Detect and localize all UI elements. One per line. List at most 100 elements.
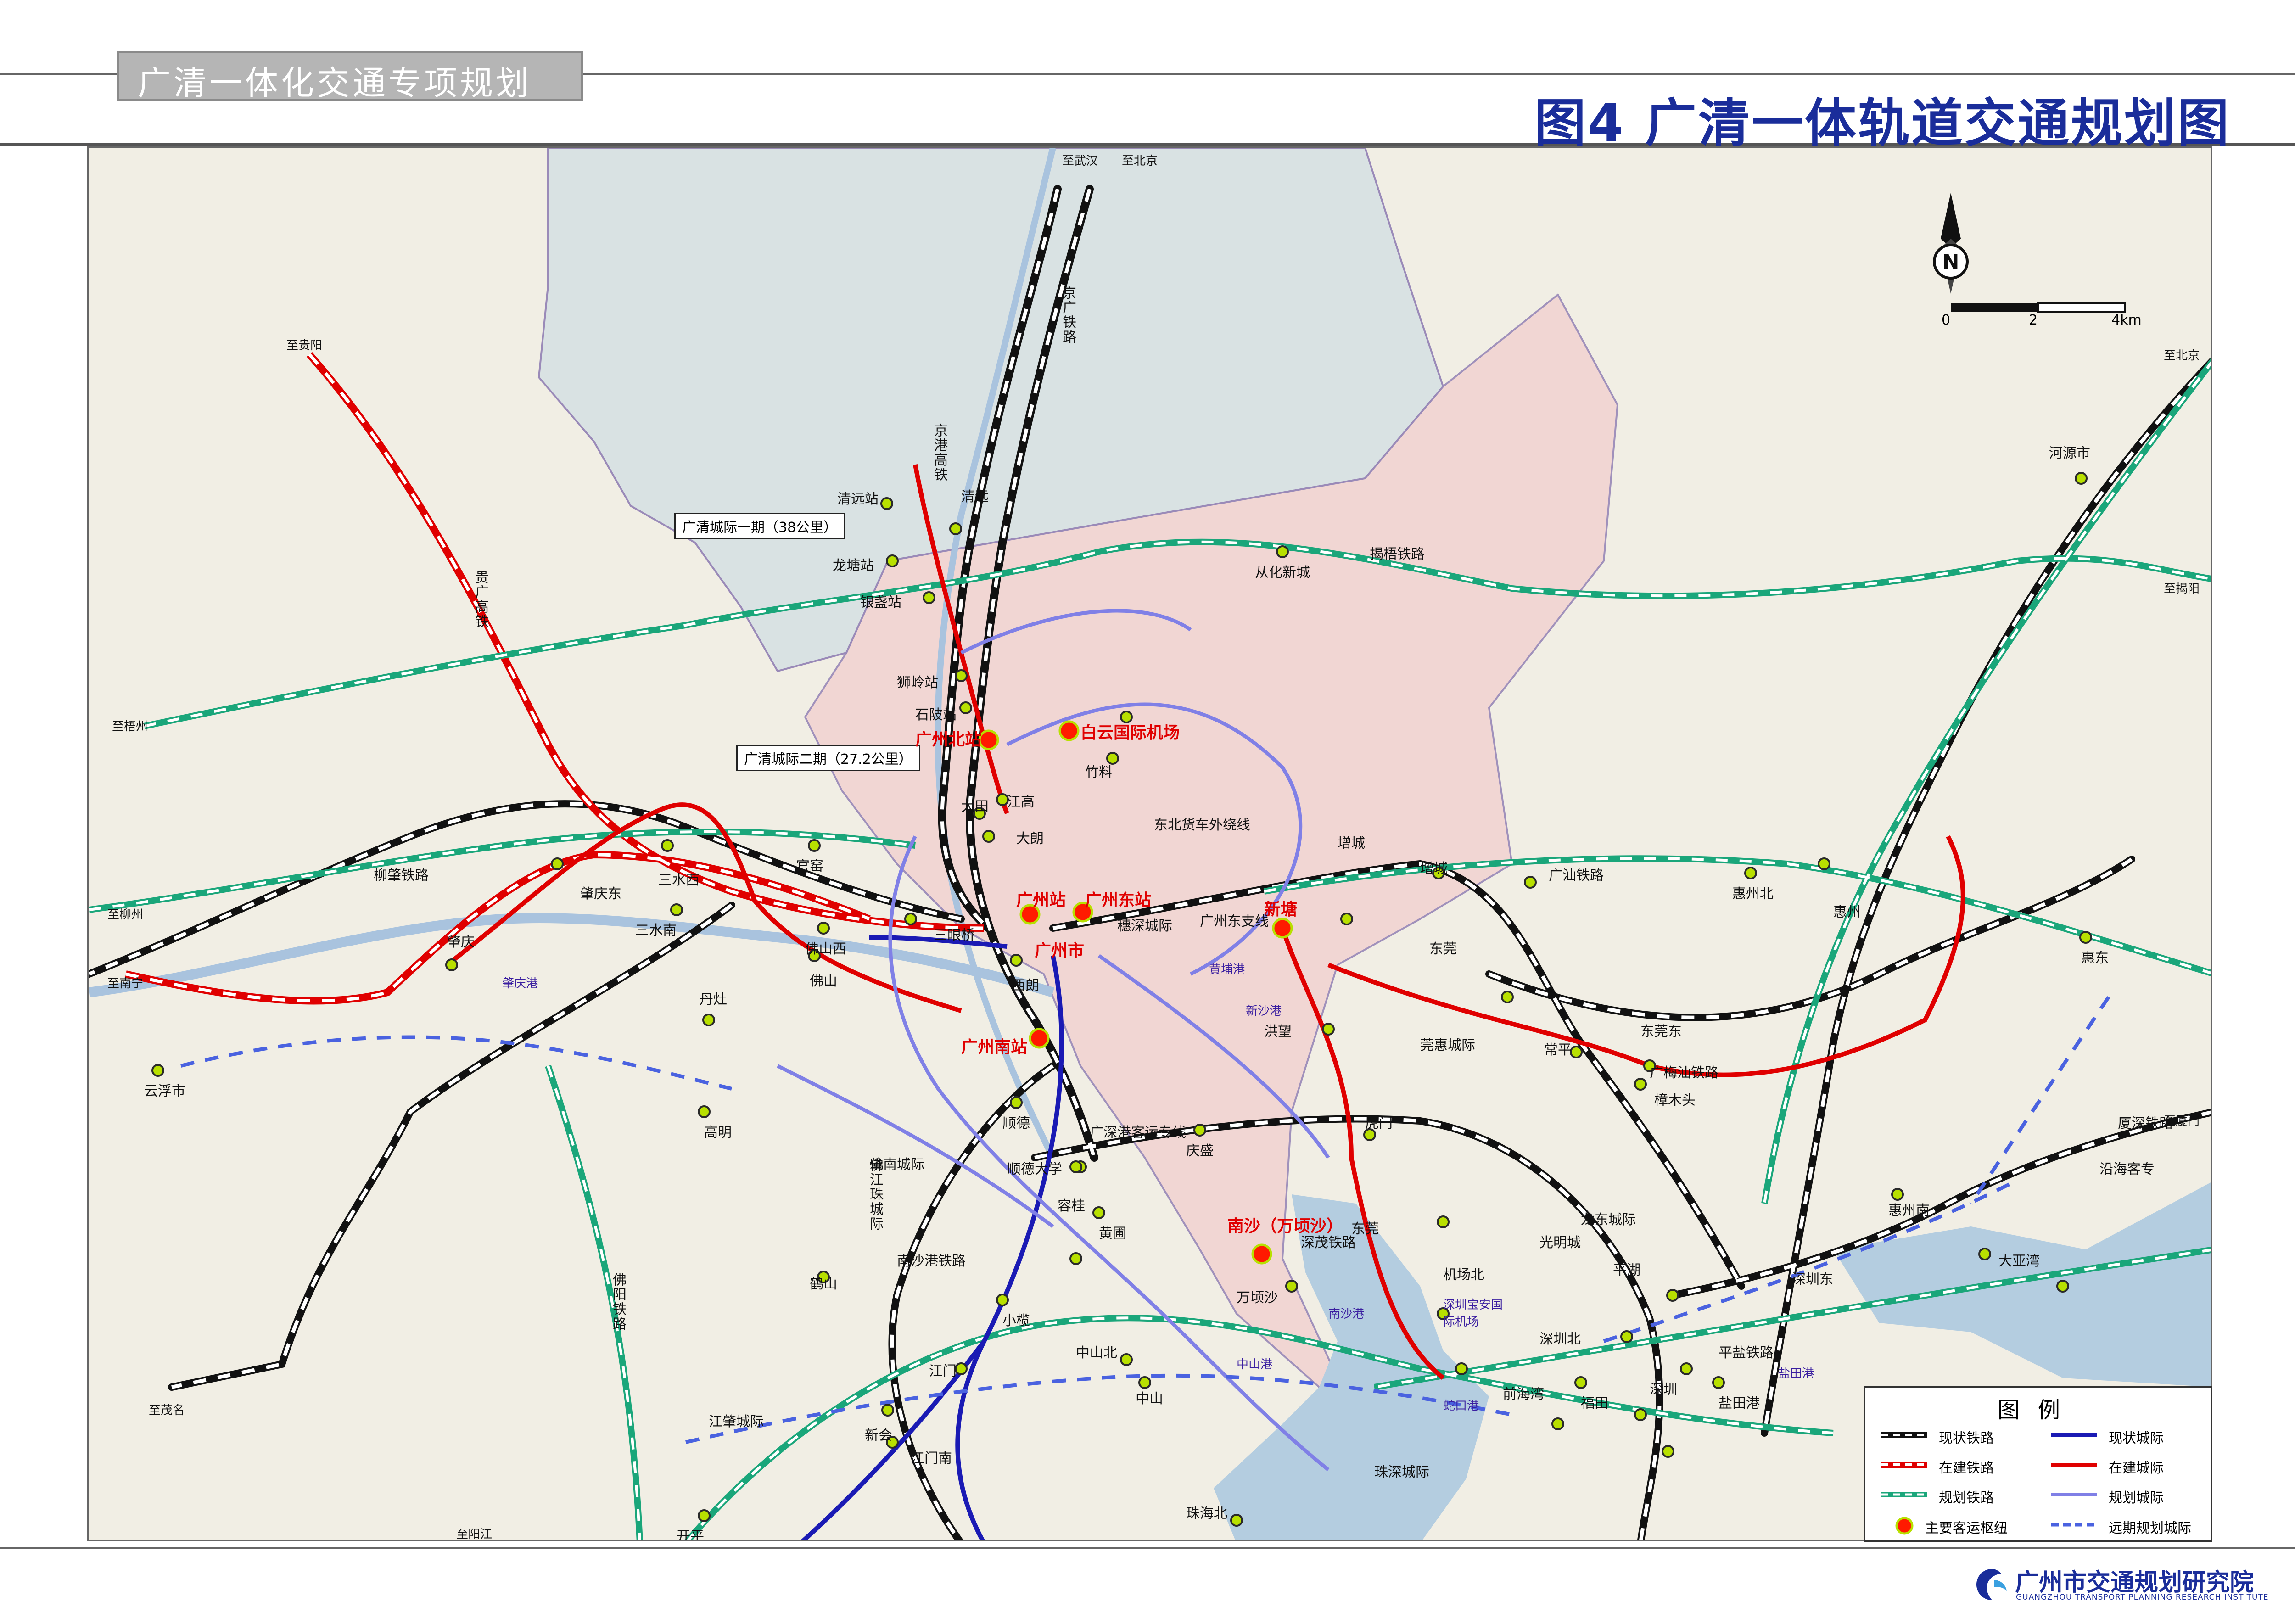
label-futian: 福田 [1581, 1395, 1608, 1411]
label-gz-south: 广州南站 [961, 1038, 1028, 1057]
label-foshan: 佛山 [810, 973, 837, 989]
footer-rule [0, 1547, 2295, 1549]
label-humen: 虎门 [1365, 1115, 1393, 1131]
dir-guiyang: 至贵阳 [286, 339, 323, 353]
label-sanyanqiao: 三眼桥 [934, 927, 975, 943]
legend-label-construction-rail: 在建铁路 [1939, 1460, 1994, 1476]
hub-gz-north [978, 729, 999, 750]
label-xiaolan: 小榄 [1002, 1313, 1030, 1329]
label-line-coastal: 沿海客专 [2099, 1161, 2155, 1177]
hub-airport [1058, 720, 1080, 741]
map-frame: 广清城际一期（38公里） 广清城际二期（27.2公里） 至武汉 至北京 至贵阳 … [87, 146, 2212, 1541]
label-heshan: 鹤山 [810, 1276, 837, 1292]
label-line-jieyang: 揭梧铁路 [1370, 546, 1425, 562]
legend-swatch-existing-rail [1881, 1432, 1927, 1438]
label-dongguan: 东莞 [1429, 941, 1457, 957]
label-line-guanhui: 莞惠城际 [1420, 1037, 1475, 1053]
label-shundedaxue: 顺德大学 [1007, 1161, 1062, 1177]
label-port-huangpu: 黄埔港 [1209, 963, 1245, 977]
label-port-zhaoqing: 肇庆港 [502, 977, 538, 991]
north-label: N [1942, 250, 1959, 274]
label-huizhoubei: 惠州北 [1732, 886, 1774, 902]
label-conghua: 从化新城 [1255, 565, 1310, 581]
label-gz-east: 广州东站 [1085, 891, 1152, 910]
label-xintang: 新塘 [1264, 900, 1298, 919]
label-line-longdong: 龙东城际 [1581, 1212, 1636, 1228]
legend-swatch-construction-ic [2051, 1463, 2097, 1467]
label-shunde: 顺德 [1002, 1115, 1030, 1131]
map-canvas [89, 148, 2211, 1540]
label-line-jingguang: 京广铁路 [1060, 286, 1076, 344]
label-jiangmennan: 江门南 [911, 1450, 952, 1467]
label-qingyuan-zhan: 清远站 [837, 491, 879, 507]
label-xilang: 西朗 [1012, 978, 1039, 994]
label-zhuhaibei: 珠海北 [1186, 1506, 1227, 1522]
scale-bar [1951, 302, 2126, 313]
label-foshanxi: 佛山西 [805, 941, 846, 957]
dir-jieyang: 至揭阳 [2164, 582, 2200, 596]
label-line-zhaonan: 肇南城际 [869, 1157, 924, 1173]
label-jianggao: 江高 [1007, 794, 1035, 810]
label-zhongshan: 中山 [1136, 1391, 1163, 1407]
label-yinzhan: 银盏站 [860, 594, 901, 610]
legend-swatch-planned-rail [1881, 1492, 1927, 1497]
label-zhaoqingdong: 肇庆东 [580, 886, 621, 902]
label-gz-station: 广州站 [1016, 891, 1066, 910]
label-zhaoqing: 肇庆 [447, 934, 475, 950]
label-longtang: 龙塘站 [833, 558, 874, 574]
legend-swatch-construction-rail [1881, 1462, 1927, 1468]
label-gz-north: 广州北站 [915, 730, 982, 749]
label-line-dongbei: 东北货车外绕线 [1154, 817, 1250, 833]
label-guangmingcheng: 光明城 [1539, 1235, 1581, 1251]
label-kaiping: 开平 [677, 1529, 704, 1541]
label-dayawan: 大亚湾 [1998, 1253, 2040, 1269]
hub-gz-south [1029, 1028, 1050, 1049]
label-gaoming: 高明 [704, 1125, 732, 1141]
label-qianhaiwan: 前海湾 [1503, 1386, 1544, 1402]
label-shijie: 石陂站 [915, 707, 957, 723]
label-zengcheng2: 增城 [1420, 861, 1448, 877]
label-line-guangshan: 广汕铁路 [1549, 868, 1604, 884]
label-pinghu: 平湖 [1613, 1262, 1640, 1278]
dir-beijing-e: 至北京 [2164, 349, 2200, 363]
label-qingyuan: 清远 [961, 489, 989, 505]
legend-swatch-existing-ic [2051, 1433, 2097, 1437]
label-line-zhushen: 珠深城际 [1374, 1464, 1429, 1480]
legend-label-existing-rail: 现状铁路 [1939, 1430, 1994, 1446]
scale-tick-0: 0 [1942, 312, 1951, 328]
dir-liuzhou: 至柳州 [107, 908, 144, 922]
label-ronggui: 容桂 [1058, 1198, 1085, 1214]
label-gz-city: 广州市 [1035, 941, 1085, 960]
org-logo-icon [1976, 1569, 2007, 1600]
hub-xintang [1272, 918, 1293, 939]
label-airport: 白云国际机场 [1080, 723, 1180, 742]
org-name: 广州市交通规划研究院 [2015, 1569, 2254, 1596]
dir-maoming: 至茂名 [149, 1404, 185, 1417]
label-shenzhen: 深圳 [1650, 1382, 1677, 1398]
callout-phase2: 广清城际二期（27.2公里） [736, 745, 920, 771]
label-shenzhendong: 深圳东 [1792, 1271, 1833, 1288]
label-line-shenmao: 深茂铁路 [1301, 1235, 1356, 1251]
label-wanqingsha: 万顷沙 [1237, 1290, 1278, 1306]
label-dalang: 大朗 [1016, 831, 1044, 847]
legend-label-planned-ic: 规划城际 [2109, 1490, 2164, 1506]
label-line-nansha-gang: 南沙港铁路 [897, 1253, 966, 1269]
legend-swatch-longterm-ic [2051, 1523, 2097, 1527]
label-port-yantian: 盐田港 [1778, 1367, 1814, 1381]
label-yantiangang: 盐田港 [1718, 1395, 1760, 1411]
dir-yangjiang: 至阳江 [456, 1528, 493, 1541]
label-huizhounan: 惠州南 [1888, 1203, 1930, 1219]
north-arrow: N [1933, 193, 1969, 294]
label-changping: 常平 [1544, 1042, 1572, 1058]
legend-label-construction-ic: 在建城际 [2109, 1460, 2164, 1476]
label-line-pingyan: 平盐铁路 [1718, 1345, 1774, 1361]
label-sanshuixi: 三水西 [658, 872, 700, 888]
label-line-liuzhao: 柳肇铁路 [374, 868, 429, 884]
label-datian: 大田 [961, 799, 989, 815]
label-sanshuinan: 三水南 [635, 923, 677, 939]
page: 广清一体化交通专项规划 图4 广清一体轨道交通规划图 广清城际一期（38公里） … [0, 0, 2295, 1624]
label-port-xinsha: 新沙港 [1246, 1004, 1282, 1018]
scale-tick-2: 2 [2029, 312, 2038, 328]
label-heyuan: 河源市 [2049, 445, 2090, 461]
label-yunfu: 云浮市 [144, 1083, 185, 1099]
